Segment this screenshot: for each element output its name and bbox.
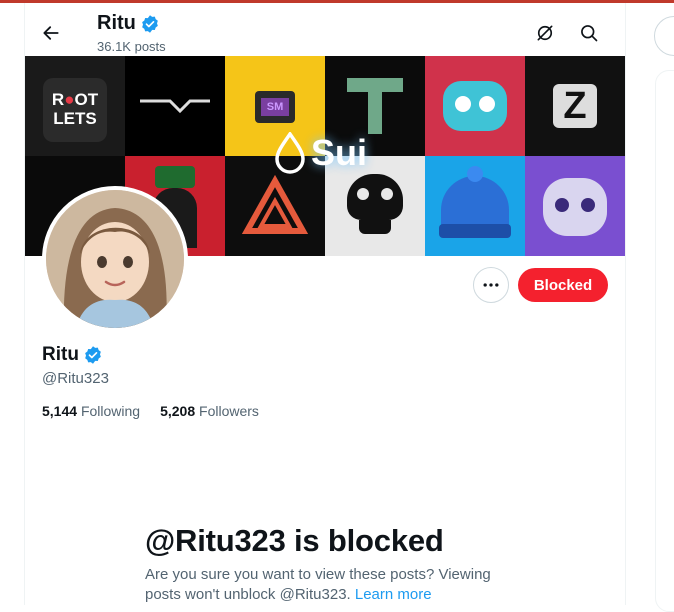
- grok-button[interactable]: [531, 19, 559, 47]
- search-icon: [581, 25, 598, 42]
- blocked-button[interactable]: Blocked: [518, 268, 608, 302]
- followers-link[interactable]: 5,208 Followers: [160, 403, 259, 419]
- wave-logo: [140, 99, 210, 114]
- header-name-text: Ritu: [97, 12, 136, 34]
- followers-count: 5,208: [160, 403, 196, 419]
- following-count: 5,144: [42, 403, 78, 419]
- following-label: Following: [80, 403, 141, 419]
- verified-badge-icon: [85, 346, 101, 364]
- followers-label: Followers: [199, 403, 259, 419]
- more-icon: [483, 283, 499, 287]
- profile-avatar[interactable]: [42, 186, 188, 332]
- rootlets-logo: R●OT LETS: [43, 78, 107, 142]
- sui-drop-icon: [275, 132, 305, 174]
- profile-handle: @Ritu323: [42, 370, 109, 387]
- back-arrow-icon: [43, 26, 59, 40]
- verified-badge-icon: [142, 14, 158, 33]
- profile-name: Ritu: [42, 344, 103, 366]
- profile-header: Ritu 36.1K posts: [25, 3, 625, 56]
- right-search-box[interactable]: [654, 16, 674, 56]
- grok-icon: [537, 25, 553, 41]
- banner-tile: R●OT LETS: [25, 56, 125, 156]
- blocked-title: @Ritu323 is blocked: [145, 523, 444, 558]
- banner-tile: [425, 156, 525, 256]
- blocked-message-text: Are you sure you want to view these post…: [145, 566, 491, 603]
- following-link[interactable]: 5,144 Following: [42, 403, 140, 419]
- banner-tile: [125, 56, 225, 156]
- sui-logo-text: Sui: [311, 132, 368, 173]
- learn-more-link[interactable]: Learn more: [355, 586, 432, 603]
- banner-tile: Z: [525, 56, 625, 156]
- banner-tile: [525, 156, 625, 256]
- header-post-count: 36.1K posts: [97, 39, 166, 54]
- profile-column: Ritu 36.1K posts R●OT LETS SM Z Sui Bloc…: [24, 3, 626, 605]
- search-button[interactable]: [575, 19, 603, 47]
- banner-tile: [425, 56, 525, 156]
- header-name: Ritu: [97, 12, 160, 35]
- avatar-image: [46, 190, 184, 328]
- profile-stats: 5,144 Following 5,208 Followers: [42, 403, 259, 419]
- profile-name-text: Ritu: [42, 344, 79, 365]
- blocked-message: Are you sure you want to view these post…: [145, 565, 505, 605]
- right-sidebar-card: [655, 70, 674, 612]
- back-button[interactable]: [35, 17, 67, 49]
- sui-logo: Sui: [273, 132, 367, 174]
- more-options-button[interactable]: [473, 267, 509, 303]
